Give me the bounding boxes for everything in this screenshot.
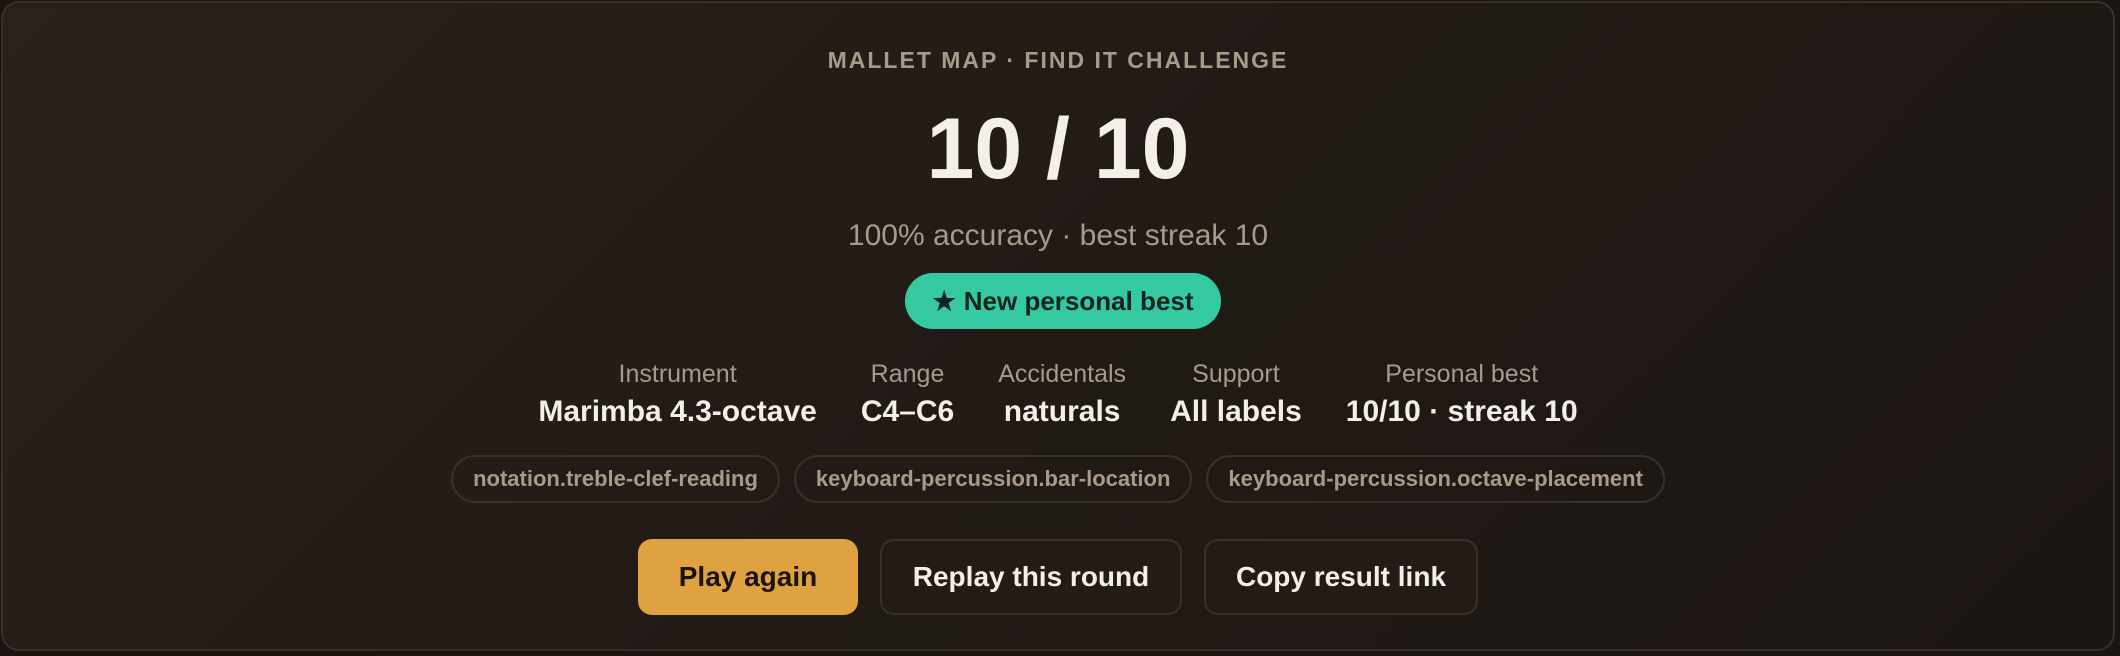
stat-label: Range	[870, 360, 945, 388]
skill-tag: notation.treble-clef-reading	[451, 455, 780, 503]
stat-label: Instrument	[618, 360, 737, 388]
stat-instrument: Instrument Marimba 4.3-octave	[538, 357, 816, 433]
stat-label: Accidentals	[998, 360, 1127, 388]
stats-row: Instrument Marimba 4.3-octave Range C4–C…	[3, 357, 2113, 433]
stat-label: Support	[1192, 360, 1280, 388]
badge-label: New personal best	[963, 285, 1194, 316]
stat-value: C4–C6	[860, 395, 955, 428]
copy-result-link-button[interactable]: Copy result link	[1204, 539, 1478, 615]
stat-value: Marimba 4.3-octave	[538, 395, 817, 428]
results-card: MALLET MAP · FIND IT CHALLENGE 10 / 10 1…	[1, 1, 2115, 651]
stat-support: Support All labels	[1170, 357, 1302, 433]
stat-value: 10/10 · streak 10	[1345, 395, 1578, 428]
play-again-button[interactable]: Play again	[638, 539, 858, 615]
skill-tags: notation.treble-clef-reading keyboard-pe…	[3, 455, 2113, 503]
stat-accidentals: Accidentals naturals	[998, 357, 1126, 433]
personal-best-badge: ★ New personal best	[905, 273, 1221, 329]
score-display: 10 / 10	[926, 101, 1190, 197]
action-buttons: Play again Replay this round Copy result…	[3, 539, 2113, 615]
stat-value: All labels	[1170, 395, 1302, 428]
replay-round-button[interactable]: Replay this round	[880, 539, 1182, 615]
challenge-title: MALLET MAP · FIND IT CHALLENGE	[827, 47, 1289, 73]
skill-tag: keyboard-percussion.bar-location	[793, 455, 1193, 503]
skill-tag: keyboard-percussion.octave-placement	[1206, 455, 1665, 503]
stat-personal-best: Personal best 10/10 · streak 10	[1346, 357, 1578, 433]
stat-range: Range C4–C6	[861, 357, 954, 433]
stat-value: naturals	[1003, 395, 1121, 428]
accuracy-summary: 100% accuracy · best streak 10	[847, 219, 1269, 252]
stat-label: Personal best	[1385, 360, 1539, 388]
star-icon: ★	[932, 285, 956, 316]
